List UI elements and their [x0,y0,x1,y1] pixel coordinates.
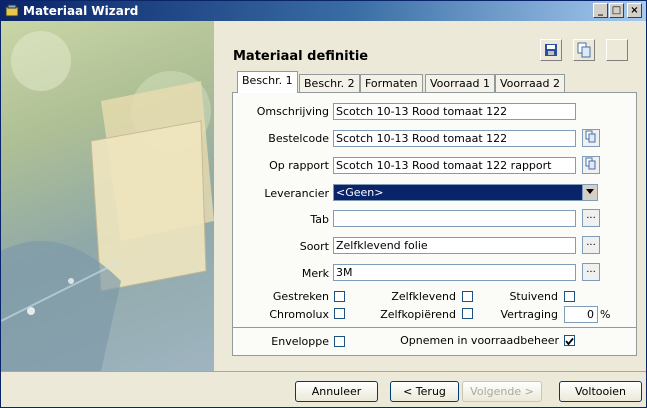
divider [232,327,637,328]
opnemen-checkbox[interactable] [564,335,575,346]
bestelcode-field[interactable]: Scotch 10-13 Rood tomaat 122 [333,130,576,147]
tab-label: Tab [310,213,329,226]
merk-browse-button[interactable]: ... [582,263,600,281]
copy-icon [584,157,598,174]
opnemen-label: Opnemen in voorraadbeheer [400,334,559,347]
vertraging-label: Vertraging [500,308,558,321]
app-icon [5,4,19,18]
op-rapport-field[interactable]: Scotch 10-13 Rood tomaat 122 rapport [333,157,576,174]
stuivend-checkbox[interactable] [564,291,575,302]
wizard-side-image [1,21,214,371]
vertraging-field[interactable]: 0 [564,306,598,323]
soort-label: Soort [299,240,329,253]
tab-browse-button[interactable]: ... [582,209,600,227]
chevron-down-icon [584,189,596,200]
page-title: Materiaal definitie [233,49,369,64]
title-bar[interactable]: Materiaal Wizard _ □ × [1,1,646,21]
copy-icon [584,130,598,147]
button-bar: Annuleer < Terug Volgende > Voltooien [1,371,646,407]
omschrijving-label: Omschrijving [256,105,329,118]
bestelcode-label: Bestelcode [268,132,329,145]
leverancier-dropdown-button[interactable] [582,184,598,201]
wizard-window: Materiaal Wizard _ □ × Materiaal definit… [0,0,647,408]
percent-unit: % [600,308,611,321]
merk-label: Merk [301,267,329,280]
maximize-button[interactable]: □ [609,3,624,18]
leverancier-label: Leverancier [264,187,329,200]
annuleer-button[interactable]: Annuleer [295,381,378,402]
tab-field[interactable] [333,210,576,227]
copy-button[interactable] [573,39,595,61]
stuivend-label: Stuivend [509,290,558,303]
tab-formaten[interactable]: Formaten [360,74,423,92]
leverancier-value: <Geen> [336,186,384,199]
terug-button[interactable]: < Terug [390,381,459,402]
leverancier-select[interactable]: <Geen> [333,184,597,201]
save-button[interactable] [540,39,562,61]
soort-browse-button[interactable]: ... [582,236,600,254]
checkmark-icon [565,336,574,349]
zelfklevend-label: Zelfklevend [391,290,456,303]
copy-icon [574,42,594,63]
enveloppe-label: Enveloppe [271,335,329,348]
tab-beschr-2[interactable]: Beschr. 2 [299,74,360,92]
merk-field[interactable]: 3M [333,264,576,281]
op-rapport-copy-button[interactable] [582,156,600,174]
tab-beschr-1[interactable]: Beschr. 1 [237,71,298,93]
chromolux-label: Chromolux [269,308,329,321]
tab-voorraad-2[interactable]: Voorraad 2 [495,74,565,92]
tab-voorraad-1[interactable]: Voorraad 1 [425,74,495,92]
gestreken-checkbox[interactable] [334,291,345,302]
enveloppe-checkbox[interactable] [334,336,345,347]
op-rapport-label: Op rapport [269,159,329,172]
soort-field[interactable]: Zelfklevend folie [333,237,576,254]
save-icon [541,44,561,63]
voltooien-button[interactable]: Voltooien [559,381,642,402]
minimize-button[interactable]: _ [593,3,608,18]
blank-button[interactable] [606,39,628,61]
zelfkopierend-checkbox[interactable] [462,308,473,319]
omschrijving-field[interactable]: Scotch 10-13 Rood tomaat 122 [333,103,576,120]
bestelcode-copy-button[interactable] [582,129,600,147]
volgende-button[interactable]: Volgende > [462,381,542,402]
zelfklevend-checkbox[interactable] [462,291,473,302]
zelfkopierend-label: Zelfkopiërend [380,308,456,321]
gestreken-label: Gestreken [272,290,329,303]
window-title: Materiaal Wizard [23,4,139,18]
close-button[interactable]: × [627,3,642,18]
